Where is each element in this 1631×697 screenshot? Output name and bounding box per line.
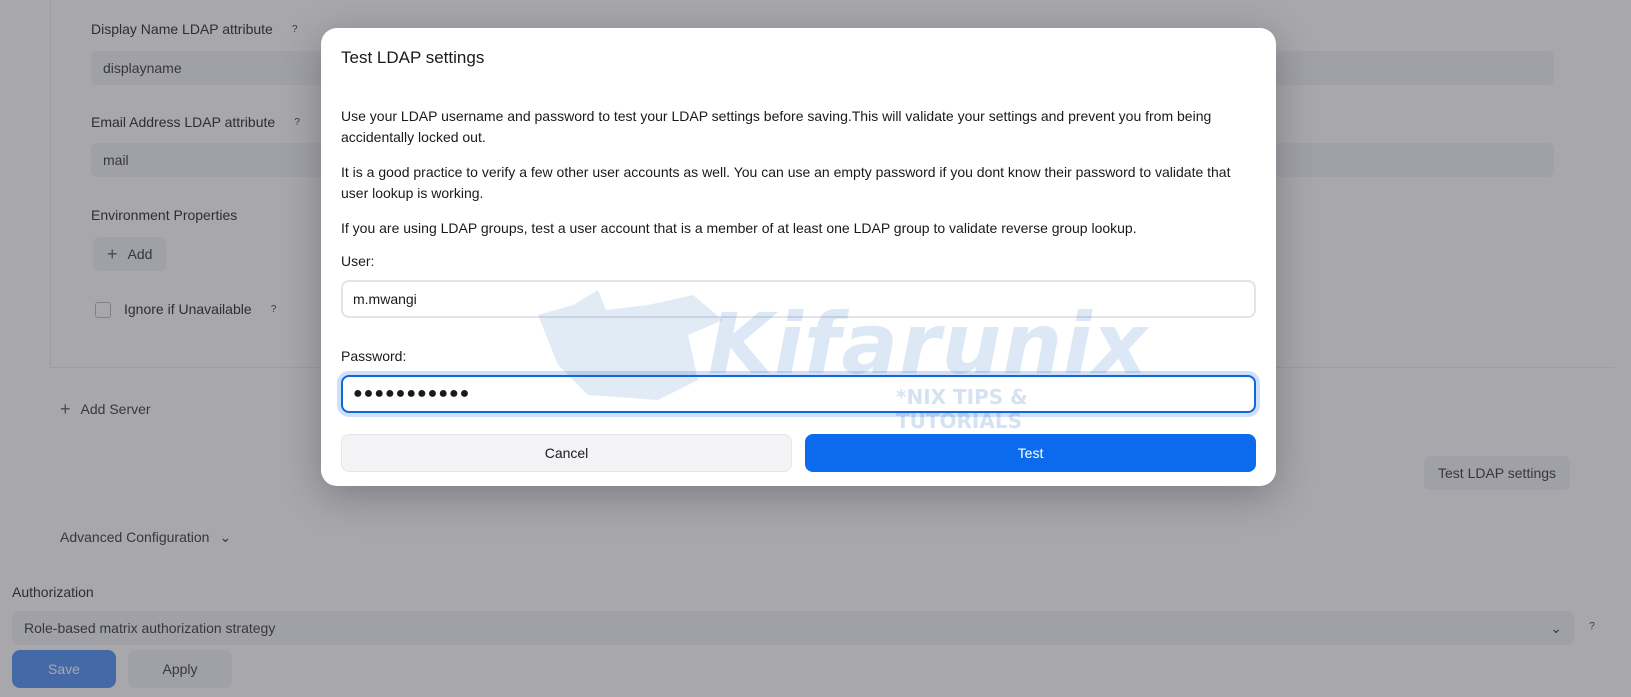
dialog-groups-tip: If you are using LDAP groups, test a use… [341,220,1137,236]
dialog-actions: Cancel Test [341,434,1256,472]
password-label: Password: [341,348,407,364]
user-input[interactable]: m.mwangi [341,280,1256,318]
test-button[interactable]: Test [805,434,1256,472]
cancel-button[interactable]: Cancel [341,434,792,472]
user-label: User: [341,253,375,269]
password-input[interactable]: ●●●●●●●●●●● [341,375,1256,413]
dialog-description: Use your LDAP username and password to t… [341,108,1212,145]
dialog-tip: It is a good practice to verify a few ot… [341,164,1231,201]
dialog-title: Test LDAP settings [341,48,485,67]
test-ldap-dialog: Test LDAP settings Use your LDAP usernam… [321,28,1276,486]
